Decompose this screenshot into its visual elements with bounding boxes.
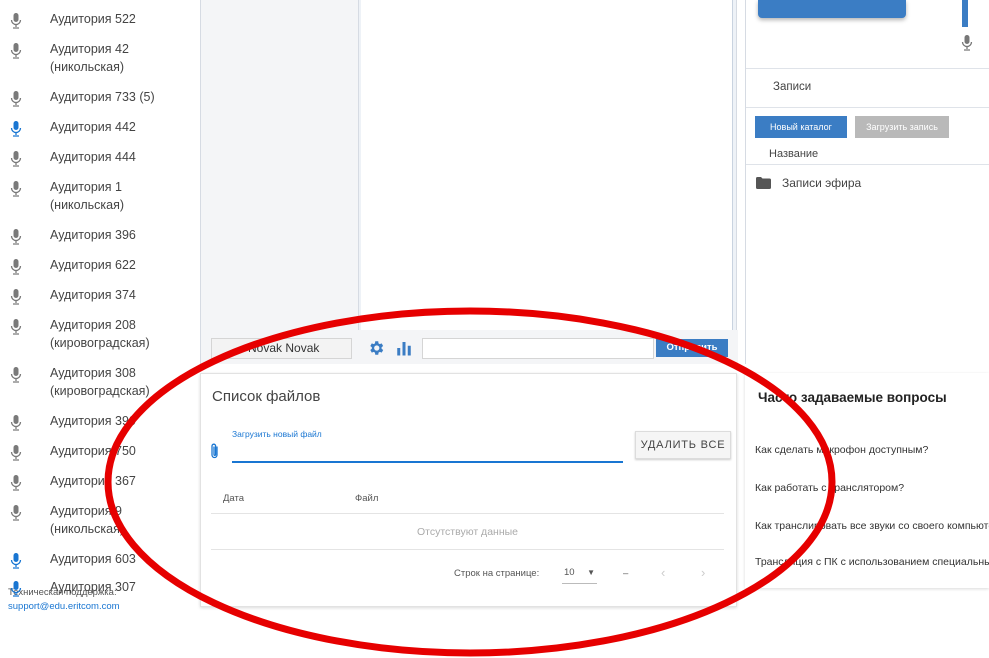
folder-icon <box>756 177 771 189</box>
sidebar-room-label: Аудитория 603 <box>50 552 136 566</box>
column-name[interactable]: Название <box>769 148 818 160</box>
prev-page-icon[interactable]: ‹ <box>661 565 665 580</box>
faq-question[interactable]: Как сделать микрофон доступным? <box>755 444 928 456</box>
chat-panel: Novak Novak Отправить <box>200 0 738 364</box>
gear-icon[interactable] <box>367 339 385 357</box>
sidebar-room-label: Аудитория 390 <box>50 414 136 428</box>
sidebar-room-label: Аудитория 622 <box>50 258 136 272</box>
faq-card: Часто задаваемые вопросы Как сделать мик… <box>745 373 989 588</box>
microphone-icon <box>10 367 22 383</box>
divider <box>746 107 989 108</box>
sidebar-room-label: Аудитория 9 (никольская) <box>50 504 125 536</box>
sidebar-room-label: Аудитория 733 (5) <box>50 90 155 104</box>
microphone-icon <box>10 259 22 275</box>
page-range: – <box>623 568 629 579</box>
faq-question[interactable]: Как работать с транслятором? <box>755 482 904 494</box>
files-title: Список файлов <box>212 388 321 405</box>
next-page-icon[interactable]: › <box>701 565 705 580</box>
records-title: Записи <box>773 81 812 93</box>
microphone-icon <box>10 151 22 167</box>
files-table-header: Дата Файл <box>211 486 724 514</box>
rows-per-page-select[interactable]: 10 ▼ <box>562 564 597 584</box>
caret-down-icon: ▼ <box>587 568 595 577</box>
microphone-icon <box>10 181 22 197</box>
folder-item-label[interactable]: Записи эфира <box>782 176 861 190</box>
sidebar-room-label: Аудитория 522 <box>50 12 136 26</box>
delete-all-button[interactable]: УДАЛИТЬ ВСЕ <box>635 431 731 459</box>
faq-question[interactable]: Трансляция с ПК с использованием специал… <box>755 556 989 568</box>
bar-chart-icon[interactable] <box>395 339 413 357</box>
divider <box>746 68 989 69</box>
support-email-link[interactable]: support@edu.eritcom.com <box>8 600 120 614</box>
user-name-field[interactable]: Novak Novak <box>211 338 352 359</box>
sidebar-room-label: Аудитория 42 (никольская) <box>50 42 129 74</box>
microphone-icon <box>10 121 22 137</box>
sidebar-room-label: Аудитория 1 (никольская) <box>50 180 125 212</box>
messages-area[interactable] <box>361 0 733 330</box>
microphone-icon <box>10 13 22 29</box>
microphone-icon <box>10 43 22 59</box>
microphone-icon <box>10 475 22 491</box>
column-date[interactable]: Дата <box>223 493 244 504</box>
sidebar-room-label: Аудитория 444 <box>50 150 136 164</box>
rows-per-page-label: Строк на странице: <box>454 568 540 579</box>
faq-question[interactable]: Как транслировать все звуки со своего ко… <box>755 520 989 532</box>
microphone-icon <box>10 505 22 521</box>
sidebar-room-label: Аудитория 307 <box>50 580 136 594</box>
sidebar-room-label: Аудитория 396 <box>50 228 136 242</box>
no-data-message: Отсутствуют данные <box>211 515 724 550</box>
upload-file-label: Загрузить новый файл <box>232 429 322 439</box>
broadcast-button[interactable] <box>758 0 906 18</box>
sidebar-room-label: Аудитория 308 (кировоградская) <box>50 366 150 398</box>
participants-list <box>201 0 359 330</box>
microphone-icon <box>10 91 22 107</box>
rooms-sidebar: Техническая поддержка: support@edu.eritc… <box>0 0 192 658</box>
new-folder-button[interactable]: Новый каталог <box>755 116 847 138</box>
send-button[interactable]: Отправить <box>656 339 728 357</box>
volume-level-bar <box>962 0 968 27</box>
sidebar-room-label: Аудитория 208 (кировоградская) <box>50 318 150 350</box>
sidebar-room-label: Аудитория 442 <box>50 120 136 134</box>
records-panel: Записи Новый каталог Загрузить запись На… <box>745 0 989 364</box>
microphone-icon <box>10 229 22 245</box>
microphone-icon <box>10 319 22 335</box>
microphone-icon <box>10 289 22 305</box>
microphone-icon[interactable] <box>960 34 974 52</box>
microphone-icon <box>10 581 22 597</box>
microphone-icon <box>10 415 22 431</box>
chat-input-bar: Novak Novak Отправить <box>201 330 738 364</box>
faq-title: Часто задаваемые вопросы <box>758 390 947 405</box>
sidebar-room-label: Аудитория 374 <box>50 288 136 302</box>
files-card: Список файлов Загрузить новый файл УДАЛИ… <box>200 373 737 607</box>
pagination: Строк на странице: 10 ▼ – ‹ › <box>211 551 724 591</box>
column-file[interactable]: Файл <box>355 493 378 504</box>
sidebar-room-label: Аудитория 367 <box>50 474 136 488</box>
sidebar-room-label: Аудитория 750 <box>50 444 136 458</box>
message-input[interactable] <box>422 338 654 359</box>
upload-record-button[interactable]: Загрузить запись <box>855 116 949 138</box>
divider <box>746 164 989 165</box>
upload-file-input[interactable] <box>232 461 623 463</box>
rows-per-page-value: 10 <box>564 567 575 578</box>
microphone-icon <box>10 445 22 461</box>
microphone-icon <box>10 553 22 569</box>
paperclip-icon[interactable] <box>209 442 221 460</box>
